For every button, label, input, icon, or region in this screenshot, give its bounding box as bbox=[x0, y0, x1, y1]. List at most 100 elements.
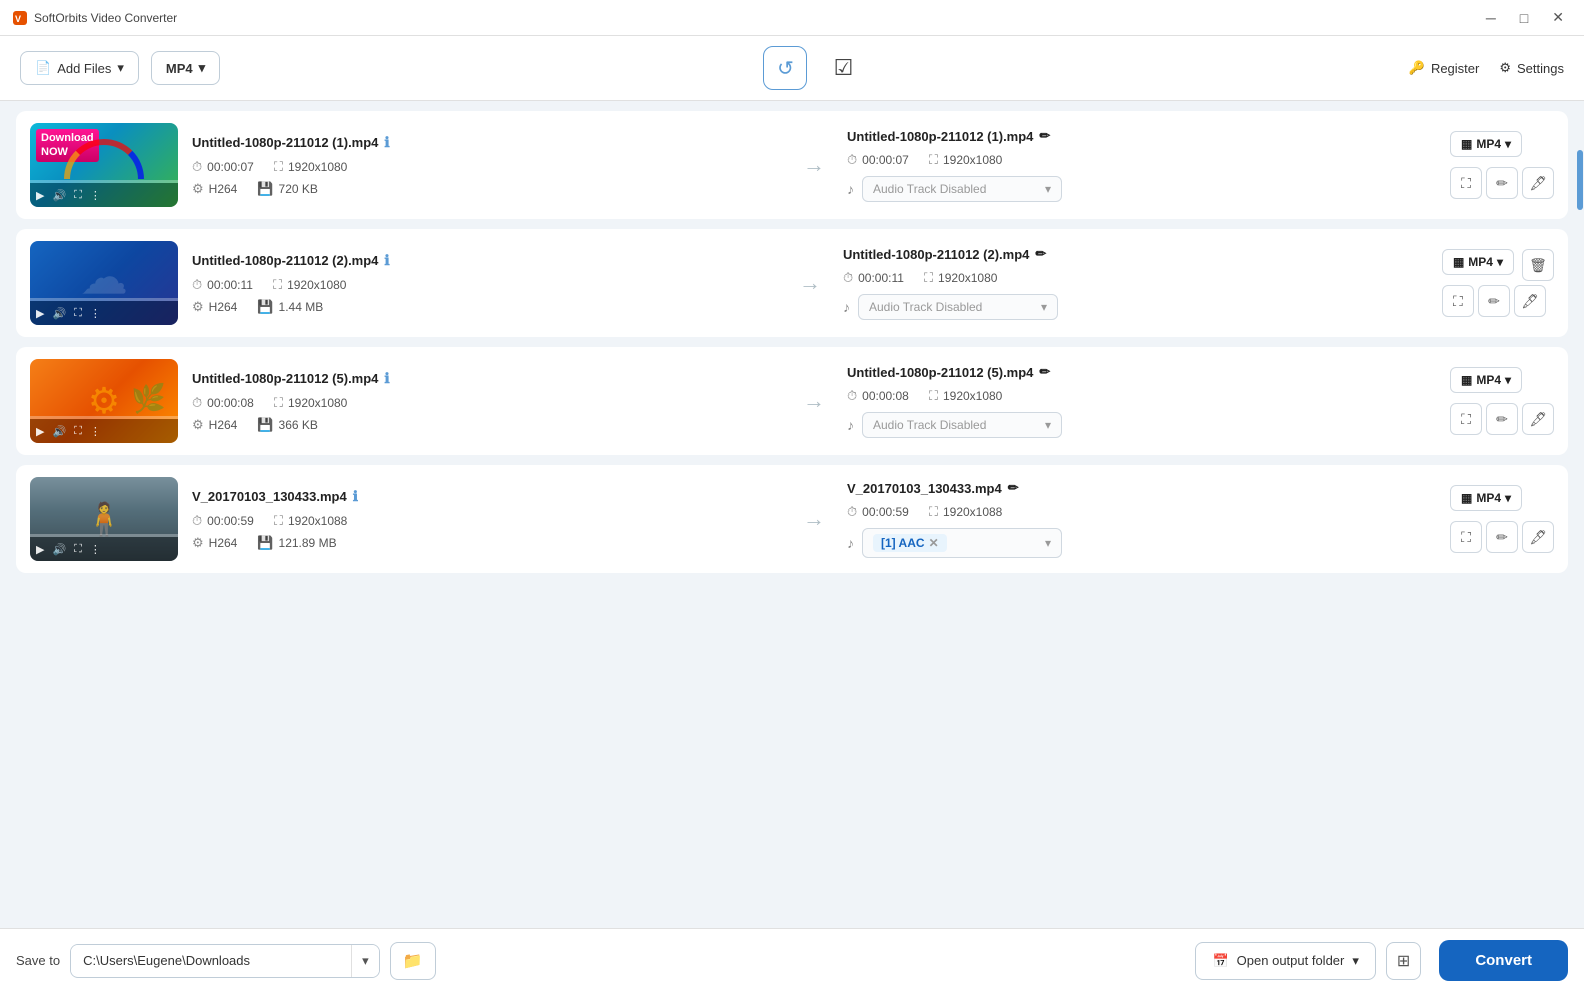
open-output-button[interactable]: 📅 Open output folder ▾ bbox=[1195, 942, 1375, 980]
edit-icon[interactable]: ✏ bbox=[1039, 128, 1050, 144]
out-res-icon: ⛶ bbox=[929, 388, 938, 404]
edit-icon[interactable]: ✏ bbox=[1039, 364, 1050, 380]
play-icon[interactable]: ▶ bbox=[36, 543, 44, 556]
out-res-icon: ⛶ bbox=[929, 504, 938, 520]
resolution-icon: ⛶ bbox=[274, 159, 283, 175]
scrollbar-thumb[interactable] bbox=[1577, 150, 1583, 210]
edit-button[interactable]: ✏ bbox=[1486, 403, 1518, 435]
settings-button[interactable]: ⚙ Settings bbox=[1499, 60, 1564, 76]
edit-button[interactable]: ✏ bbox=[1486, 521, 1518, 553]
codec-icon: ⚙ bbox=[192, 535, 204, 551]
input-codec: H264 bbox=[209, 418, 238, 432]
input-meta2: ⚙H264 💾366 KB bbox=[192, 417, 781, 433]
audio-tag-close-icon[interactable]: ✕ bbox=[929, 536, 939, 550]
delete-button[interactable]: 🗑 bbox=[1522, 249, 1554, 281]
more-icon[interactable]: ⋮ bbox=[90, 543, 101, 556]
info-icon[interactable]: ℹ bbox=[384, 370, 389, 387]
more-icon[interactable]: ⋮ bbox=[90, 189, 101, 202]
color-button[interactable]: 🖋 bbox=[1522, 167, 1554, 199]
output-format-badge[interactable]: ▦ MP4 ▾ bbox=[1450, 131, 1522, 157]
browse-folder-button[interactable]: 📁 bbox=[390, 942, 436, 980]
minimize-button[interactable]: ─ bbox=[1478, 7, 1504, 28]
output-info: V_20170103_130433.mp4 ✏ ⏱00:00:59 ⛶1920x… bbox=[847, 480, 1436, 558]
close-button[interactable]: ✕ bbox=[1544, 7, 1572, 28]
settings-icon: ⚙ bbox=[1499, 60, 1511, 76]
audio-track-dropdown[interactable]: Audio Track Disabled ▾ bbox=[862, 176, 1062, 202]
table-row: DownloadNOW ▶ 🔊 ⛶ ⋮ Untitled-1080p-21101… bbox=[16, 111, 1568, 219]
output-duration: 00:00:07 bbox=[862, 153, 909, 167]
add-files-button[interactable]: 📄 Add Files ▾ bbox=[20, 51, 139, 85]
check-button[interactable]: ☑ bbox=[821, 46, 865, 90]
crop-button[interactable]: ⛶ bbox=[1450, 403, 1482, 435]
save-to-input[interactable] bbox=[71, 945, 351, 976]
info-icon[interactable]: ℹ bbox=[353, 488, 358, 505]
play-icon[interactable]: ▶ bbox=[36, 425, 44, 438]
input-codec: H264 bbox=[209, 182, 238, 196]
volume-icon[interactable]: 🔊 bbox=[52, 543, 66, 556]
refresh-icon: ↺ bbox=[777, 56, 794, 81]
crop-button[interactable]: ⛶ bbox=[1442, 285, 1474, 317]
scrollbar-track[interactable] bbox=[1576, 140, 1584, 928]
action-icons: ⛶ ✏ 🖋 bbox=[1442, 285, 1546, 317]
arrow-icon: → bbox=[795, 388, 833, 414]
fullscreen-icon[interactable]: ⛶ bbox=[74, 189, 82, 202]
input-filename: Untitled-1080p-211012 (1).mp4 bbox=[192, 135, 378, 150]
play-icon[interactable]: ▶ bbox=[36, 189, 44, 202]
input-size: 1.44 MB bbox=[279, 300, 324, 314]
more-icon[interactable]: ⋮ bbox=[90, 307, 101, 320]
format-badge-chevron-icon: ▾ bbox=[1497, 255, 1503, 269]
input-duration: 00:00:11 bbox=[207, 278, 253, 292]
audio-track-dropdown[interactable]: Audio Track Disabled ▾ bbox=[858, 294, 1058, 320]
output-format-badge[interactable]: ▦ MP4 ▾ bbox=[1450, 367, 1522, 393]
register-label: Register bbox=[1431, 61, 1479, 76]
audio-track-dropdown[interactable]: [1] AAC ✕ ▾ bbox=[862, 528, 1062, 558]
input-info: V_20170103_130433.mp4 ℹ ⏱00:00:59 ⛶1920x… bbox=[192, 488, 781, 551]
fullscreen-icon[interactable]: ⛶ bbox=[74, 543, 82, 556]
edit-button[interactable]: ✏ bbox=[1478, 285, 1510, 317]
format-icon: ▦ bbox=[1461, 491, 1472, 505]
input-meta2: ⚙H264 💾720 KB bbox=[192, 181, 781, 197]
input-meta2: ⚙H264 💾121.89 MB bbox=[192, 535, 781, 551]
save-to-dropdown-button[interactable]: ▾ bbox=[351, 945, 379, 977]
output-format-badge[interactable]: ▦ MP4 ▾ bbox=[1450, 485, 1522, 511]
volume-icon[interactable]: 🔊 bbox=[52, 189, 66, 202]
output-resolution: 1920x1088 bbox=[943, 505, 1002, 519]
more-icon[interactable]: ⋮ bbox=[90, 425, 101, 438]
input-info: Untitled-1080p-211012 (5).mp4 ℹ ⏱00:00:0… bbox=[192, 370, 781, 433]
info-icon[interactable]: ℹ bbox=[384, 134, 389, 151]
input-info: Untitled-1080p-211012 (1).mp4 ℹ ⏱00:00:0… bbox=[192, 134, 781, 197]
info-icon[interactable]: ℹ bbox=[384, 252, 389, 269]
color-button[interactable]: 🖋 bbox=[1514, 285, 1546, 317]
format-icon: ▦ bbox=[1461, 373, 1472, 387]
maximize-button[interactable]: □ bbox=[1512, 7, 1536, 28]
audio-track-dropdown[interactable]: Audio Track Disabled ▾ bbox=[862, 412, 1062, 438]
fullscreen-icon[interactable]: ⛶ bbox=[74, 425, 82, 438]
edit-button[interactable]: ✏ bbox=[1486, 167, 1518, 199]
register-button[interactable]: 🔑 Register bbox=[1409, 60, 1480, 76]
grid-view-button[interactable]: ⊞ bbox=[1386, 942, 1421, 980]
crop-button[interactable]: ⛶ bbox=[1450, 521, 1482, 553]
input-meta: ⏱00:00:08 ⛶1920x1080 bbox=[192, 395, 781, 411]
color-button[interactable]: 🖋 bbox=[1522, 521, 1554, 553]
input-duration: 00:00:08 bbox=[207, 396, 254, 410]
codec-icon: ⚙ bbox=[192, 417, 204, 433]
format-button[interactable]: MP4 ▾ bbox=[151, 51, 220, 85]
output-format-badge[interactable]: ▦ MP4 ▾ bbox=[1442, 249, 1514, 275]
fullscreen-icon[interactable]: ⛶ bbox=[74, 307, 82, 320]
crop-button[interactable]: ⛶ bbox=[1450, 167, 1482, 199]
resolution-icon: ⛶ bbox=[274, 513, 283, 529]
table-row: ⚙ 🌿 ▶ 🔊 ⛶ ⋮ Untitled-1080p-211012 (5).mp… bbox=[16, 347, 1568, 455]
volume-icon[interactable]: 🔊 bbox=[52, 425, 66, 438]
edit-icon[interactable]: ✏ bbox=[1008, 480, 1019, 496]
format-chevron-icon: ▾ bbox=[199, 60, 206, 76]
convert-button[interactable]: Convert bbox=[1439, 940, 1568, 981]
volume-icon[interactable]: 🔊 bbox=[52, 307, 66, 320]
refresh-button[interactable]: ↺ bbox=[763, 46, 807, 90]
resolution-icon: ⛶ bbox=[273, 277, 282, 293]
play-icon[interactable]: ▶ bbox=[36, 307, 44, 320]
app-title: SoftOrbits Video Converter bbox=[34, 11, 177, 25]
edit-icon[interactable]: ✏ bbox=[1035, 246, 1046, 262]
color-button[interactable]: 🖋 bbox=[1522, 403, 1554, 435]
action-icons: ⛶ ✏ 🖋 bbox=[1450, 403, 1554, 435]
output-filename: V_20170103_130433.mp4 bbox=[847, 481, 1002, 496]
